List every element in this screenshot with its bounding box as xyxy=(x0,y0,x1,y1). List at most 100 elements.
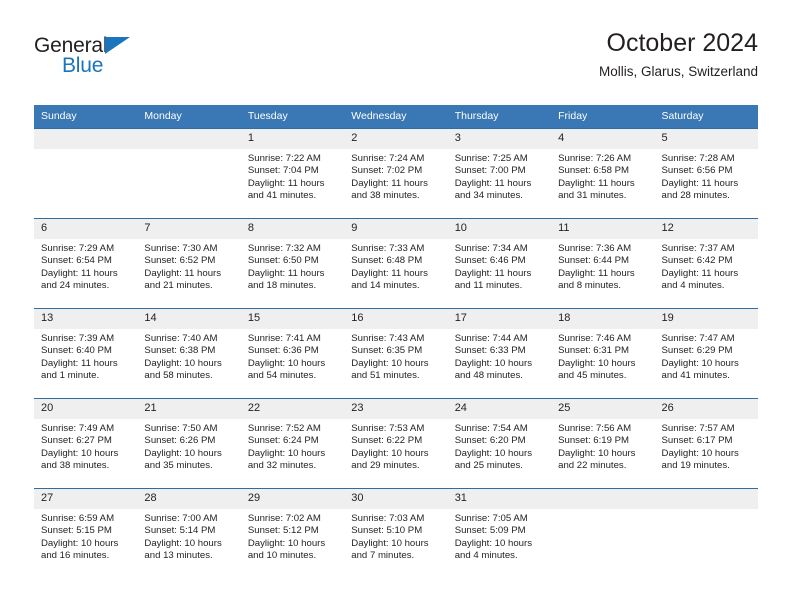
day-details: Sunrise: 7:22 AM Sunset: 7:04 PM Dayligh… xyxy=(241,149,344,203)
day-cell[interactable]: 12 Sunrise: 7:37 AM Sunset: 6:42 PM Dayl… xyxy=(654,218,758,309)
daylight-text-line1: Daylight: 10 hours xyxy=(351,537,429,549)
day-cell[interactable]: 19 Sunrise: 7:47 AM Sunset: 6:29 PM Dayl… xyxy=(654,308,758,399)
calendar-page: General Blue October 2024 Mollis, Glarus… xyxy=(0,0,792,612)
day-number: 12 xyxy=(654,219,758,239)
daylight-text-line2: and 58 minutes. xyxy=(144,370,213,382)
day-cell[interactable]: 17 Sunrise: 7:44 AM Sunset: 6:33 PM Dayl… xyxy=(447,308,552,399)
day-cell[interactable]: 30 Sunrise: 7:03 AM Sunset: 5:10 PM Dayl… xyxy=(344,488,448,578)
day-cell[interactable]: 14 Sunrise: 7:40 AM Sunset: 6:38 PM Dayl… xyxy=(137,308,241,399)
daylight-text-line2: and 14 minutes. xyxy=(351,280,420,292)
sunset-text: Sunset: 6:42 PM xyxy=(661,255,733,267)
day-cell[interactable]: 25 Sunrise: 7:56 AM Sunset: 6:19 PM Dayl… xyxy=(551,398,655,489)
calendar-week-row: 20 Sunrise: 7:49 AM Sunset: 6:27 PM Dayl… xyxy=(34,398,758,489)
day-cell[interactable]: 1 Sunrise: 7:22 AM Sunset: 7:04 PM Dayli… xyxy=(240,128,345,219)
daylight-text-line1: Daylight: 11 hours xyxy=(351,267,428,279)
day-cell[interactable]: 13 Sunrise: 7:39 AM Sunset: 6:40 PM Dayl… xyxy=(34,308,138,399)
daylight-text-line1: Daylight: 11 hours xyxy=(144,267,222,279)
day-number: 4 xyxy=(551,129,655,149)
day-number: 14 xyxy=(137,309,241,329)
page-masthead: General Blue October 2024 Mollis, Glarus… xyxy=(34,28,758,100)
title-block: October 2024 Mollis, Glarus, Switzerland xyxy=(599,28,758,80)
day-details: Sunrise: 7:28 AM Sunset: 6:56 PM Dayligh… xyxy=(655,149,758,203)
day-number: 24 xyxy=(447,399,552,419)
day-cell[interactable]: 22 Sunrise: 7:52 AM Sunset: 6:24 PM Dayl… xyxy=(240,398,345,489)
day-details: Sunrise: 7:47 AM Sunset: 6:29 PM Dayligh… xyxy=(655,329,758,383)
day-number xyxy=(137,129,241,149)
sunrise-text: Sunrise: 7:54 AM xyxy=(454,423,528,434)
sunrise-text: Sunrise: 7:26 AM xyxy=(558,153,632,164)
day-details: Sunrise: 7:34 AM Sunset: 6:46 PM Dayligh… xyxy=(448,239,551,293)
day-details: Sunrise: 7:56 AM Sunset: 6:19 PM Dayligh… xyxy=(551,419,654,473)
day-cell[interactable]: 31 Sunrise: 7:05 AM Sunset: 5:09 PM Dayl… xyxy=(447,488,552,578)
day-cell[interactable]: 18 Sunrise: 7:46 AM Sunset: 6:31 PM Dayl… xyxy=(551,308,655,399)
sunrise-text: Sunrise: 7:34 AM xyxy=(454,243,528,254)
day-cell[interactable] xyxy=(34,128,138,219)
daylight-text-line2: and 38 minutes. xyxy=(351,190,420,202)
sunrise-text: Sunrise: 6:59 AM xyxy=(41,513,115,524)
sunset-text: Sunset: 5:10 PM xyxy=(351,525,423,537)
day-cell[interactable]: 6 Sunrise: 7:29 AM Sunset: 6:54 PM Dayli… xyxy=(34,218,138,309)
day-cell[interactable]: 29 Sunrise: 7:02 AM Sunset: 5:12 PM Dayl… xyxy=(240,488,345,578)
sunrise-text: Sunrise: 7:32 AM xyxy=(247,243,321,254)
day-cell[interactable]: 8 Sunrise: 7:32 AM Sunset: 6:50 PM Dayli… xyxy=(240,218,345,309)
day-number: 5 xyxy=(654,129,758,149)
day-details: Sunrise: 7:53 AM Sunset: 6:22 PM Dayligh… xyxy=(344,419,447,473)
day-cell[interactable]: 5 Sunrise: 7:28 AM Sunset: 6:56 PM Dayli… xyxy=(654,128,758,219)
day-cell[interactable]: 24 Sunrise: 7:54 AM Sunset: 6:20 PM Dayl… xyxy=(447,398,552,489)
day-cell[interactable] xyxy=(551,488,655,578)
day-cell[interactable]: 10 Sunrise: 7:34 AM Sunset: 6:46 PM Dayl… xyxy=(447,218,552,309)
daylight-text-line1: Daylight: 10 hours xyxy=(247,537,326,549)
day-cell[interactable]: 3 Sunrise: 7:25 AM Sunset: 7:00 PM Dayli… xyxy=(447,128,552,219)
daylight-text-line2: and 4 minutes. xyxy=(661,280,725,292)
day-cell[interactable]: 15 Sunrise: 7:41 AM Sunset: 6:36 PM Dayl… xyxy=(240,308,345,399)
daylight-text-line1: Daylight: 11 hours xyxy=(454,177,532,189)
day-number: 21 xyxy=(137,399,241,419)
day-details: Sunrise: 7:46 AM Sunset: 6:31 PM Dayligh… xyxy=(551,329,654,383)
day-number: 17 xyxy=(447,309,552,329)
day-cell[interactable]: 28 Sunrise: 7:00 AM Sunset: 5:14 PM Dayl… xyxy=(137,488,241,578)
day-details: Sunrise: 7:02 AM Sunset: 5:12 PM Dayligh… xyxy=(241,509,344,563)
daylight-text-line2: and 10 minutes. xyxy=(247,550,317,562)
daylight-text-line2: and 7 minutes. xyxy=(351,550,415,562)
day-cell[interactable] xyxy=(654,488,758,578)
daylight-text-line1: Daylight: 10 hours xyxy=(558,447,636,459)
day-cell[interactable] xyxy=(137,128,241,219)
day-number: 25 xyxy=(551,399,655,419)
sunrise-text: Sunrise: 7:25 AM xyxy=(454,153,528,164)
calendar-week-row: 1 Sunrise: 7:22 AM Sunset: 7:04 PM Dayli… xyxy=(34,128,758,219)
sunrise-text: Sunrise: 7:33 AM xyxy=(351,243,425,254)
sunset-text: Sunset: 6:36 PM xyxy=(247,345,319,357)
day-number: 19 xyxy=(654,309,758,329)
day-cell[interactable]: 26 Sunrise: 7:57 AM Sunset: 6:17 PM Dayl… xyxy=(654,398,758,489)
logo-text-blue: Blue xyxy=(62,54,104,77)
day-number: 15 xyxy=(240,309,345,329)
sunset-text: Sunset: 6:29 PM xyxy=(661,345,733,357)
day-cell[interactable]: 2 Sunrise: 7:24 AM Sunset: 7:02 PM Dayli… xyxy=(344,128,448,219)
weekday-header-thursday: Thursday xyxy=(447,105,552,129)
generalblue-logo[interactable]: General Blue xyxy=(34,34,214,86)
day-cell[interactable]: 9 Sunrise: 7:33 AM Sunset: 6:48 PM Dayli… xyxy=(344,218,448,309)
sunset-text: Sunset: 7:00 PM xyxy=(454,165,526,177)
day-cell[interactable]: 21 Sunrise: 7:50 AM Sunset: 6:26 PM Dayl… xyxy=(137,398,241,489)
day-cell[interactable]: 27 Sunrise: 6:59 AM Sunset: 5:15 PM Dayl… xyxy=(34,488,138,578)
daylight-text-line1: Daylight: 10 hours xyxy=(558,357,636,369)
weekday-header-wednesday: Wednesday xyxy=(344,105,448,129)
triangle-icon xyxy=(105,37,130,54)
day-details: Sunrise: 7:41 AM Sunset: 6:36 PM Dayligh… xyxy=(241,329,344,383)
day-cell[interactable]: 20 Sunrise: 7:49 AM Sunset: 6:27 PM Dayl… xyxy=(34,398,138,489)
daylight-text-line1: Daylight: 11 hours xyxy=(558,267,635,279)
day-cell[interactable]: 7 Sunrise: 7:30 AM Sunset: 6:52 PM Dayli… xyxy=(137,218,241,309)
daylight-text-line2: and 4 minutes. xyxy=(454,550,518,562)
day-cell[interactable]: 11 Sunrise: 7:36 AM Sunset: 6:44 PM Dayl… xyxy=(551,218,655,309)
daylight-text-line2: and 38 minutes. xyxy=(41,460,110,472)
day-number xyxy=(654,489,758,509)
day-cell[interactable]: 4 Sunrise: 7:26 AM Sunset: 6:58 PM Dayli… xyxy=(551,128,655,219)
daylight-text-line1: Daylight: 11 hours xyxy=(247,267,325,279)
sunrise-text: Sunrise: 7:56 AM xyxy=(558,423,632,434)
day-cell[interactable]: 16 Sunrise: 7:43 AM Sunset: 6:35 PM Dayl… xyxy=(344,308,448,399)
weekday-header-tuesday: Tuesday xyxy=(240,105,345,129)
day-cell[interactable]: 23 Sunrise: 7:53 AM Sunset: 6:22 PM Dayl… xyxy=(344,398,448,489)
daylight-text-line2: and 19 minutes. xyxy=(661,460,730,472)
sunset-text: Sunset: 6:54 PM xyxy=(41,255,112,267)
day-number: 10 xyxy=(447,219,552,239)
